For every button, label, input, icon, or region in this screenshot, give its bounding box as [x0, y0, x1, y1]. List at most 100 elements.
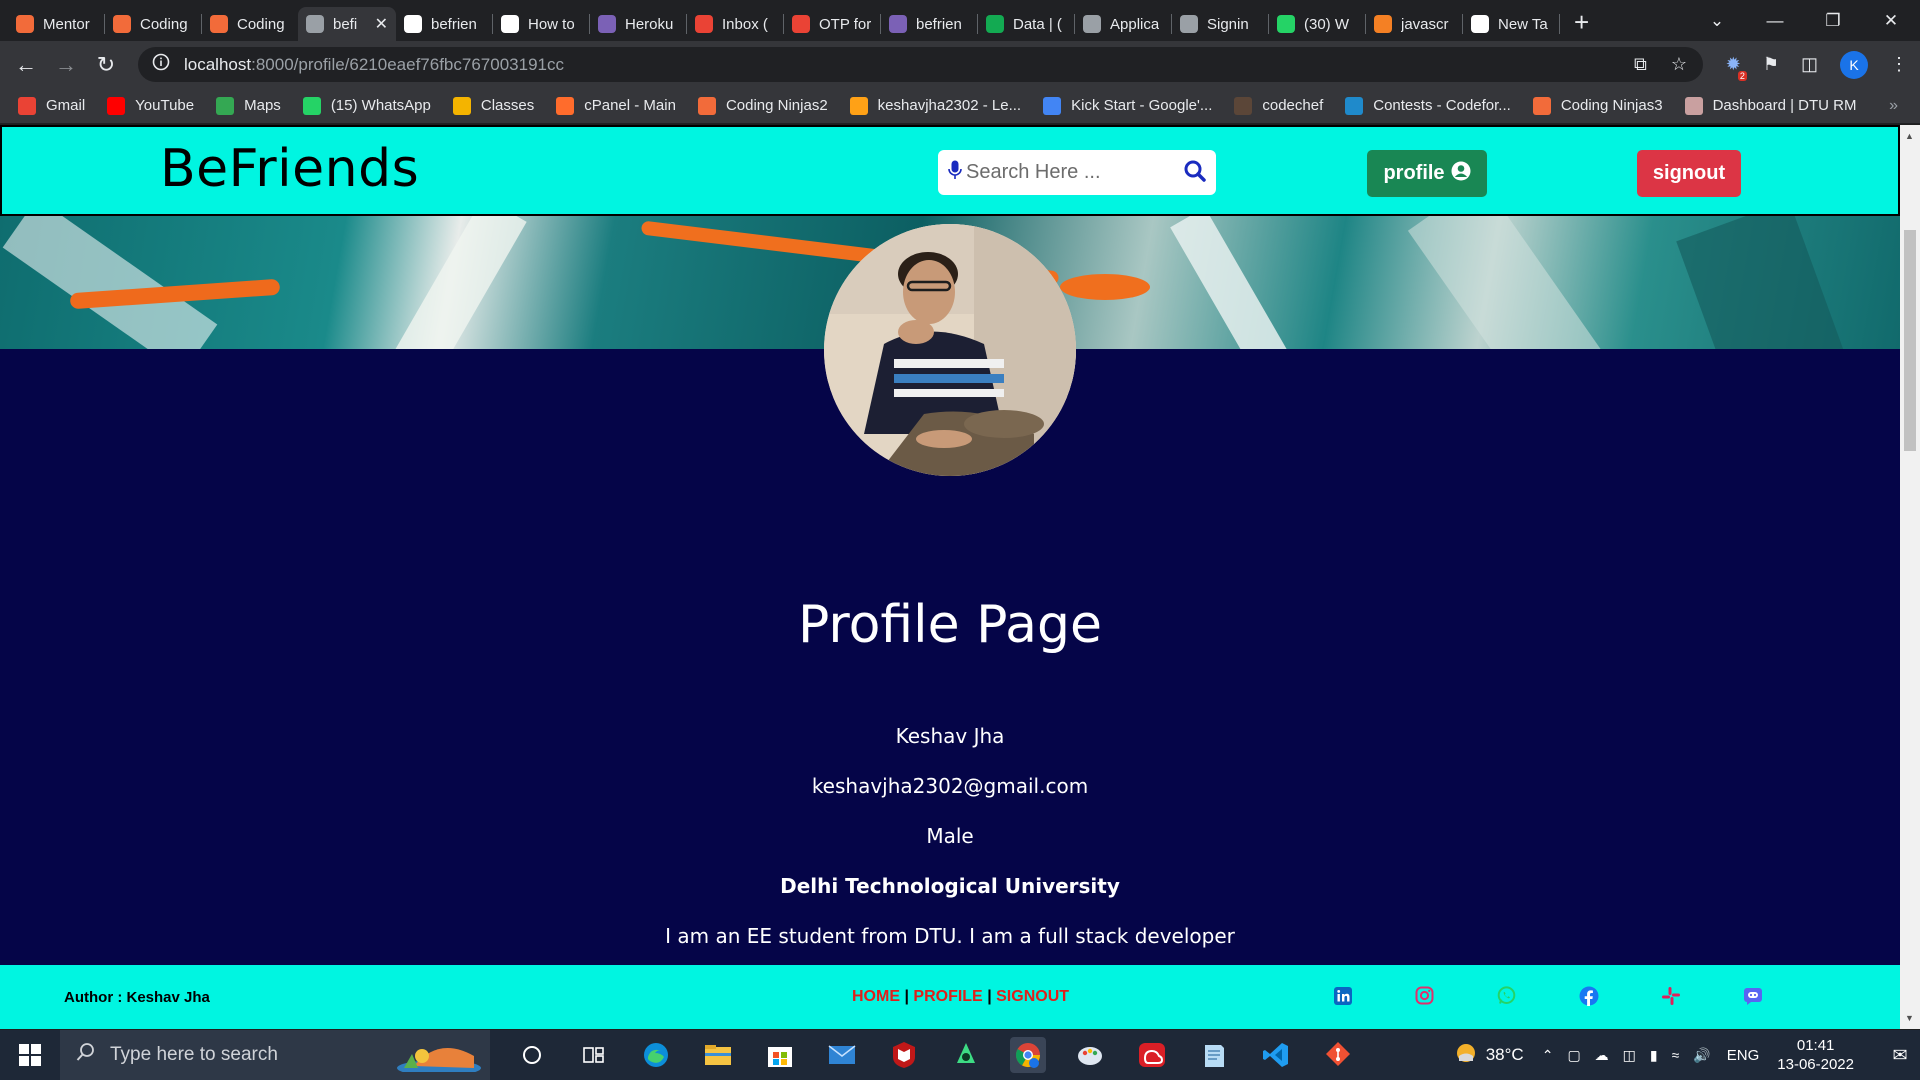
wifi-icon[interactable]: ≈	[1672, 1047, 1680, 1064]
tab-search-icon[interactable]: ⌄	[1688, 11, 1746, 31]
bookmark-item[interactable]: Kick Start - Google'...	[1043, 96, 1212, 115]
facebook-icon[interactable]	[1576, 983, 1601, 1008]
battery-icon[interactable]: ▮	[1650, 1047, 1658, 1064]
mcafee-icon[interactable]	[886, 1037, 922, 1073]
browser-tab[interactable]: javascr	[1366, 7, 1462, 41]
browser-tab[interactable]: Signin	[1172, 7, 1268, 41]
page-title: Profile Page	[797, 595, 1103, 655]
browser-tab[interactable]: Coding	[202, 7, 298, 41]
browser-tab[interactable]: befrien	[396, 7, 492, 41]
extension-icon[interactable]: ✹ 2	[1726, 54, 1747, 81]
browser-tab[interactable]: Mentor	[8, 7, 104, 41]
browser-tab[interactable]: Heroku	[590, 7, 686, 41]
microsoft-store-icon[interactable]	[762, 1037, 798, 1073]
bookmark-item[interactable]: YouTube	[107, 96, 194, 115]
footer-home-link[interactable]: HOME	[852, 988, 900, 1005]
url-path: :8000/profile/6210eaef76fbc767003191cc	[251, 54, 564, 74]
weather-widget[interactable]: 38°C	[1454, 1041, 1524, 1070]
meet-now-icon[interactable]: ▢	[1567, 1047, 1580, 1064]
microphone-icon[interactable]	[948, 160, 962, 186]
bookmark-item[interactable]: Classes	[452, 96, 534, 115]
site-brand[interactable]: BeFriends	[160, 139, 419, 199]
notification-center-icon[interactable]: ✉	[1880, 1045, 1920, 1066]
onedrive-icon[interactable]: ☁	[1595, 1047, 1609, 1064]
close-tab-icon[interactable]: ✕	[375, 14, 388, 34]
bookmark-item[interactable]: Coding Ninjas3	[1532, 96, 1663, 115]
scroll-down-arrow-icon[interactable]: ▼	[1905, 1013, 1914, 1023]
browser-tab[interactable]: Coding	[105, 7, 201, 41]
mail-icon[interactable]	[824, 1037, 860, 1073]
reload-button[interactable]: ↻	[86, 52, 126, 78]
profile-avatar-button[interactable]: K	[1840, 50, 1868, 79]
site-search-input[interactable]	[966, 161, 1176, 184]
slack-icon[interactable]	[1658, 983, 1683, 1008]
bookmark-item[interactable]: Dashboard | DTU RM	[1684, 96, 1857, 115]
notepad-icon[interactable]	[1196, 1037, 1232, 1073]
browser-tab[interactable]: befrien	[881, 7, 977, 41]
back-button[interactable]: ←	[6, 52, 46, 78]
footer-profile-link[interactable]: PROFILE	[913, 988, 982, 1005]
restore-button[interactable]: ❐	[1804, 11, 1862, 31]
chrome-taskbar-icon[interactable]	[1010, 1037, 1046, 1073]
search-icon[interactable]	[1184, 160, 1206, 187]
minimize-button[interactable]: —	[1746, 11, 1804, 31]
bookmark-star-icon[interactable]: ☆	[1671, 54, 1687, 75]
user-college: Delhi Technological University	[780, 874, 1120, 898]
globe-icon	[306, 15, 324, 33]
browser-tab[interactable]: How to	[493, 7, 589, 41]
site-info-icon[interactable]	[152, 53, 170, 76]
paint-icon[interactable]	[1072, 1037, 1108, 1073]
file-explorer-icon[interactable]	[700, 1037, 736, 1073]
browser-tab[interactable]: New Ta	[1463, 7, 1559, 41]
android-studio-icon[interactable]	[948, 1037, 984, 1073]
taskbar-search-box[interactable]: Type here to search	[60, 1030, 490, 1080]
bookmark-item[interactable]: (15) WhatsApp	[302, 96, 431, 115]
volume-icon[interactable]: 🔊	[1693, 1047, 1710, 1064]
task-view-icon[interactable]	[576, 1037, 612, 1073]
browser-tab[interactable]: Data | (	[978, 7, 1074, 41]
tab-active[interactable]: befi ✕	[298, 7, 396, 41]
browser-tab[interactable]: (30) W	[1269, 7, 1365, 41]
creative-cloud-icon[interactable]	[1134, 1037, 1170, 1073]
share-icon[interactable]: ⧉	[1634, 54, 1647, 75]
close-window-button[interactable]: ✕	[1862, 11, 1920, 31]
signout-button[interactable]: signout	[1637, 150, 1741, 197]
git-bash-icon[interactable]	[1320, 1037, 1356, 1073]
menu-kebab-icon[interactable]: ⋮	[1890, 54, 1908, 75]
bookmark-item[interactable]: Gmail	[18, 96, 85, 115]
cortana-icon[interactable]	[514, 1037, 550, 1073]
bookmark-item[interactable]: Coding Ninjas2	[697, 96, 828, 115]
whatsapp-icon[interactable]	[1494, 983, 1519, 1008]
scroll-up-arrow-icon[interactable]: ▲	[1905, 131, 1914, 141]
bookmark-item[interactable]: Contests - Codefor...	[1345, 96, 1511, 115]
forward-button[interactable]: →	[46, 52, 86, 78]
chevron-up-icon[interactable]: ⌃	[1542, 1047, 1554, 1064]
browser-tab[interactable]: Applica	[1075, 7, 1171, 41]
side-panel-icon[interactable]: ◫	[1801, 54, 1818, 75]
discord-icon[interactable]	[1740, 983, 1765, 1008]
coding-ninjas-icon	[113, 15, 131, 33]
bookmark-item[interactable]: codechef	[1234, 96, 1323, 115]
linkedin-icon[interactable]	[1330, 983, 1355, 1008]
address-bar[interactable]: localhost:8000/profile/6210eaef76fbc7670…	[138, 47, 1703, 82]
profile-button[interactable]: profile	[1367, 150, 1487, 197]
page-scrollbar[interactable]: ▲ ▼	[1900, 125, 1920, 1029]
footer-signout-link[interactable]: SIGNOUT	[996, 988, 1069, 1005]
browser-tab[interactable]: Inbox (	[687, 7, 783, 41]
vscode-icon[interactable]	[1258, 1037, 1294, 1073]
bookmark-item[interactable]: Maps	[216, 96, 281, 115]
clock[interactable]: 01:41 13-06-2022	[1777, 1036, 1854, 1074]
new-tab-button[interactable]: +	[1574, 7, 1589, 38]
bookmarks-overflow-icon[interactable]: »	[1889, 97, 1898, 115]
browser-tab[interactable]: OTP for	[784, 7, 880, 41]
language-indicator[interactable]: ENG	[1727, 1047, 1760, 1064]
extensions-puzzle-icon[interactable]: ⚑	[1763, 54, 1779, 75]
edge-icon[interactable]	[638, 1037, 674, 1073]
display-icon[interactable]: ◫	[1623, 1047, 1636, 1064]
bookmark-item[interactable]: cPanel - Main	[556, 96, 676, 115]
windows-start-button[interactable]	[0, 1044, 60, 1066]
scrollbar-thumb[interactable]	[1904, 230, 1916, 451]
bookmark-item[interactable]: keshavjha2302 - Le...	[849, 96, 1021, 115]
tab-title: Signin	[1207, 15, 1249, 33]
instagram-icon[interactable]	[1412, 983, 1437, 1008]
